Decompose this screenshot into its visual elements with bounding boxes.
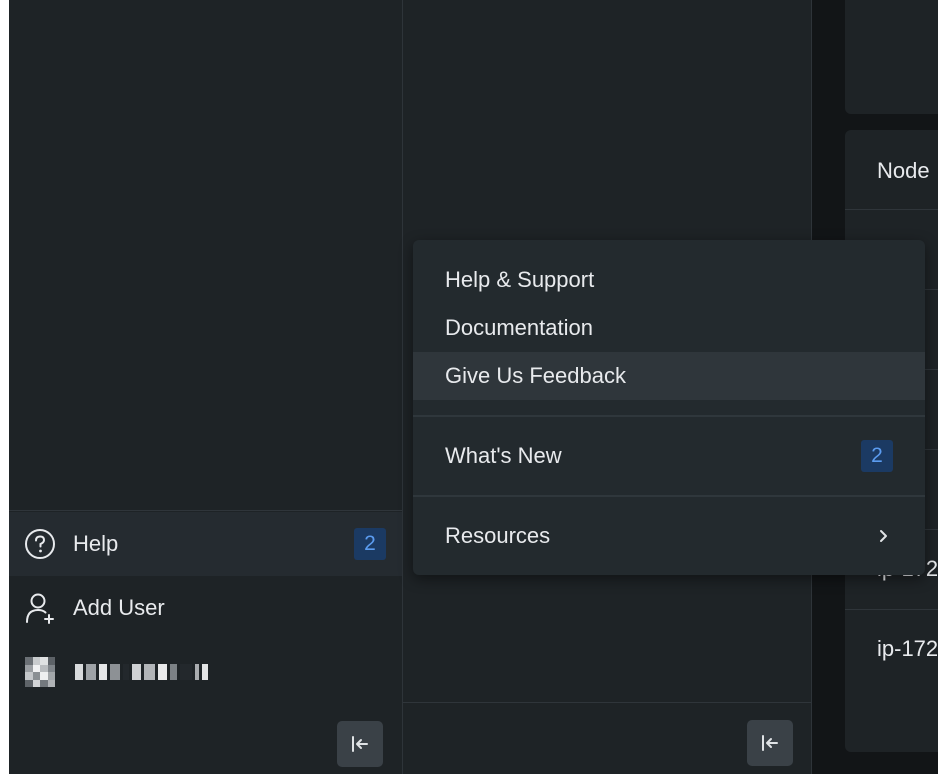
summary-card bbox=[845, 0, 938, 114]
panel-divider bbox=[403, 702, 811, 703]
question-circle-icon bbox=[23, 527, 57, 561]
menu-item-documentation[interactable]: Documentation bbox=[413, 304, 925, 352]
sidebar-item-add-user[interactable]: Add User bbox=[9, 576, 402, 640]
help-menu: Help & Support Documentation Give Us Fee… bbox=[413, 240, 925, 575]
menu-item-help-support[interactable]: Help & Support bbox=[413, 256, 925, 304]
collapse-sidebar-button[interactable] bbox=[337, 721, 383, 767]
sidebar-item-user-profile[interactable] bbox=[9, 640, 402, 704]
notification-badge: 2 bbox=[354, 528, 386, 560]
user-name-obscured bbox=[75, 664, 208, 680]
sidebar-divider bbox=[9, 510, 402, 511]
app-root: Help 2 Add User Node ip-172 Help & Suppo… bbox=[0, 0, 938, 774]
sidebar-item-label: Add User bbox=[73, 595, 165, 620]
menu-item-whats-new[interactable]: What's New 2 bbox=[413, 432, 925, 480]
table-cell: ip-172 bbox=[877, 636, 938, 661]
menu-item-give-feedback[interactable]: Give Us Feedback bbox=[413, 352, 925, 400]
collapse-left-icon bbox=[352, 736, 368, 752]
chevron-right-icon bbox=[877, 525, 891, 553]
notification-badge: 2 bbox=[861, 440, 893, 472]
column-header-node[interactable]: Node bbox=[877, 158, 930, 184]
collapse-left-icon bbox=[762, 735, 778, 751]
table-divider bbox=[845, 609, 938, 610]
sidebar: Help 2 Add User bbox=[9, 0, 403, 774]
menu-item-label: Resources bbox=[445, 523, 551, 548]
window-edge bbox=[0, 0, 9, 774]
menu-item-resources[interactable]: Resources bbox=[413, 512, 925, 560]
sidebar-item-label: Help bbox=[73, 531, 119, 556]
menu-separator bbox=[413, 415, 925, 417]
sidebar-item-help[interactable]: Help 2 bbox=[9, 512, 402, 576]
menu-item-label: What's New bbox=[445, 443, 562, 468]
user-plus-icon bbox=[23, 591, 57, 625]
menu-separator bbox=[413, 495, 925, 497]
table-divider bbox=[845, 209, 938, 210]
collapse-panel-button[interactable] bbox=[747, 720, 793, 766]
pixelated-avatar bbox=[23, 655, 57, 689]
